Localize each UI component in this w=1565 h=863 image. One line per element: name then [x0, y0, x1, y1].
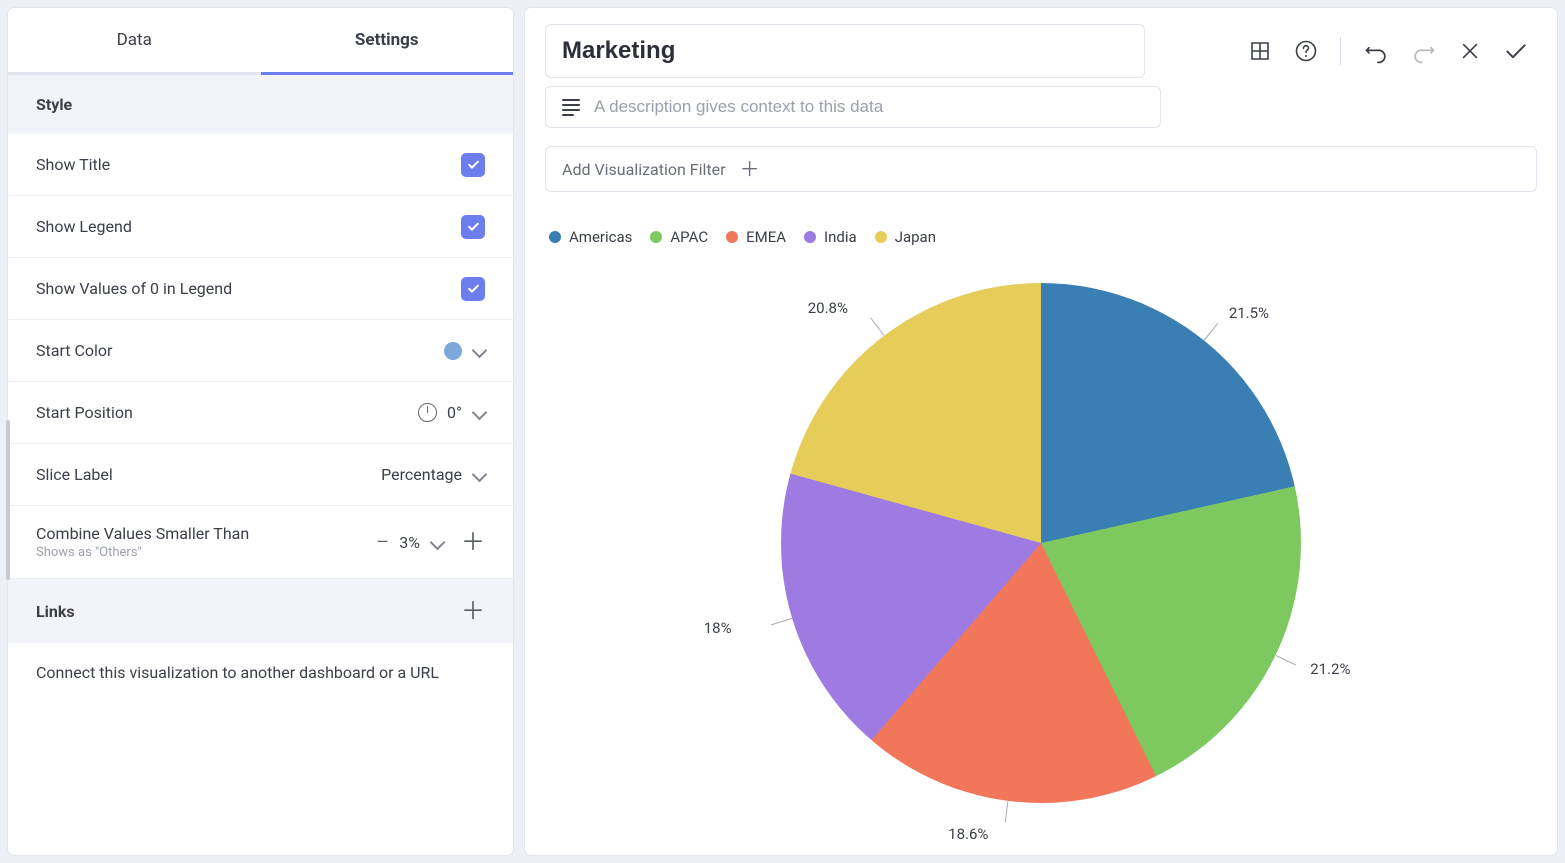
redo-icon[interactable] [1411, 38, 1437, 64]
chevron-down-icon [472, 467, 488, 483]
pie-slice-label: 21.5% [1229, 304, 1269, 322]
start-color-picker[interactable] [444, 342, 485, 360]
plus-icon: ＋ [740, 159, 760, 179]
row-show-title: Show Title [8, 134, 513, 196]
legend-label: EMEA [746, 228, 786, 246]
checkbox-show-legend[interactable] [461, 215, 485, 239]
undo-icon[interactable] [1363, 38, 1389, 64]
leader-line [1005, 801, 1009, 823]
add-filter-label: Add Visualization Filter [562, 160, 726, 179]
chart-legend: Americas APAC EMEA India Japan [545, 228, 1537, 246]
help-icon[interactable] [1294, 39, 1318, 63]
chevron-down-icon[interactable] [430, 534, 446, 550]
panel-tabs: Data Settings [8, 8, 513, 75]
check-icon [466, 281, 481, 296]
check-icon [466, 157, 481, 172]
description-input[interactable] [594, 97, 1144, 117]
legend-dot [549, 231, 561, 243]
legend-item[interactable]: Japan [875, 228, 936, 246]
start-position-picker[interactable]: 0° [418, 403, 485, 422]
color-swatch [444, 342, 462, 360]
chart-area: 21.5%21.2%18.6%18%20.8% [545, 246, 1537, 839]
leader-line [871, 318, 885, 336]
pie-slice-label: 21.2% [1310, 660, 1350, 678]
legend-dot [726, 231, 738, 243]
tab-data[interactable]: Data [8, 8, 261, 75]
row-start-position: Start Position 0° [8, 382, 513, 444]
links-description: Connect this visualization to another da… [8, 643, 513, 702]
row-label: Combine Values Smaller Than [36, 524, 249, 543]
section-heading-style: Style [8, 75, 513, 134]
pie-slice-label: 18% [704, 619, 732, 637]
slice-label-value: Percentage [381, 465, 462, 484]
separator [1340, 37, 1341, 65]
pie-chart: 21.5%21.2%18.6%18%20.8% [781, 283, 1301, 803]
legend-label: APAC [670, 228, 708, 246]
chevron-down-icon [472, 405, 488, 421]
minus-icon[interactable]: − [376, 530, 390, 554]
pie-slice-label: 20.8% [808, 299, 848, 317]
description-row [545, 86, 1161, 128]
chevron-down-icon [472, 343, 488, 359]
legend-item[interactable]: India [804, 228, 857, 246]
row-label: Show Legend [36, 217, 461, 236]
legend-label: Americas [569, 228, 632, 246]
check-icon [466, 219, 481, 234]
legend-dot [804, 231, 816, 243]
row-show-zero-legend: Show Values of 0 in Legend [8, 258, 513, 320]
topbar [545, 24, 1537, 78]
row-label: Show Title [36, 155, 461, 174]
legend-item[interactable]: Americas [549, 228, 632, 246]
leader-line [1203, 323, 1218, 341]
add-link-button[interactable]: ＋ [461, 599, 485, 623]
leader-line [1275, 655, 1295, 665]
row-combine-values: Combine Values Smaller Than Shows as "Ot… [8, 506, 513, 579]
checkbox-show-zero[interactable] [461, 277, 485, 301]
legend-dot [650, 231, 662, 243]
row-label: Start Color [36, 341, 444, 360]
row-label: Start Position [36, 403, 418, 422]
grid-icon[interactable] [1248, 39, 1272, 63]
scroll-indicator[interactable] [6, 420, 10, 580]
row-sublabel: Shows as "Others" [36, 545, 376, 560]
tab-settings[interactable]: Settings [261, 8, 514, 75]
row-label: Slice Label [36, 465, 381, 484]
row-show-legend: Show Legend [8, 196, 513, 258]
row-slice-label: Slice Label Percentage [8, 444, 513, 506]
slice-label-picker[interactable]: Percentage [381, 465, 485, 484]
legend-label: India [824, 228, 857, 246]
checkbox-show-title[interactable] [461, 153, 485, 177]
legend-dot [875, 231, 887, 243]
legend-item[interactable]: APAC [650, 228, 708, 246]
plus-icon[interactable]: ＋ [461, 530, 485, 554]
legend-label: Japan [895, 228, 936, 246]
title-input[interactable] [545, 24, 1145, 78]
description-icon [562, 99, 580, 116]
combine-value: 3% [399, 533, 420, 552]
tool-icons [1248, 37, 1537, 65]
visualization-panel: Add Visualization Filter ＋ Americas APAC E… [525, 8, 1557, 855]
section-heading-label: Links [36, 602, 75, 621]
section-heading-label: Style [36, 95, 72, 114]
settings-panel: Data Settings Style Show Title Show Lege… [8, 8, 513, 855]
row-start-color: Start Color [8, 320, 513, 382]
pie-slice-label: 18.6% [948, 825, 988, 843]
add-filter-button[interactable]: Add Visualization Filter ＋ [545, 146, 1537, 192]
legend-item[interactable]: EMEA [726, 228, 786, 246]
confirm-icon[interactable] [1503, 38, 1529, 64]
leader-line [771, 618, 792, 625]
start-position-value: 0° [447, 403, 462, 422]
clock-icon [418, 403, 437, 422]
close-icon[interactable] [1459, 40, 1481, 62]
section-heading-links: Links ＋ [8, 579, 513, 643]
row-label: Show Values of 0 in Legend [36, 279, 461, 298]
